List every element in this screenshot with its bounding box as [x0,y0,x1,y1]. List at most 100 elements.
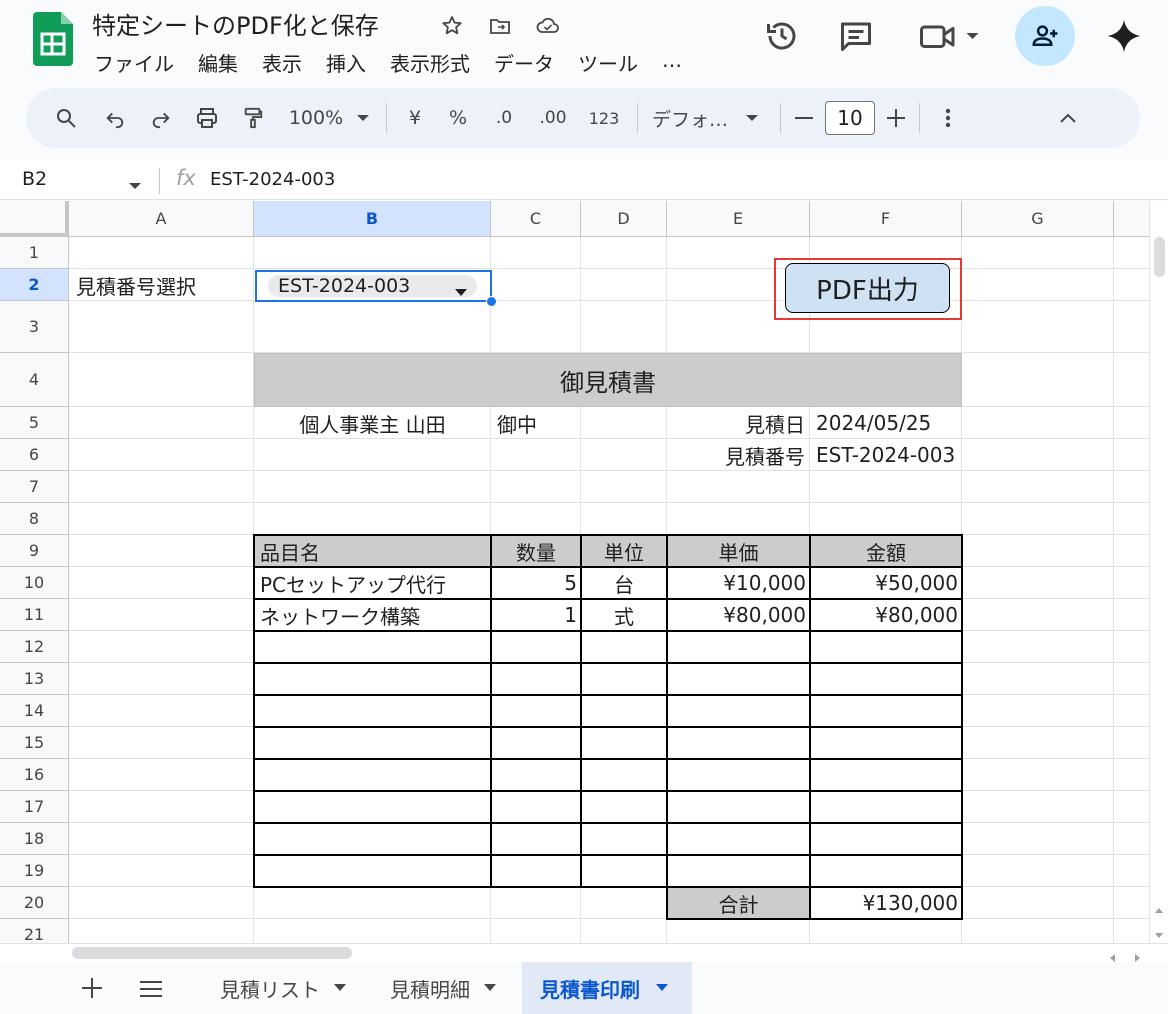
column-header-f[interactable]: F [810,201,962,237]
row-header[interactable]: 4 [0,353,69,407]
decrease-font-size-icon[interactable] [789,98,819,138]
document-title[interactable]: 特定シートのPDF化と保存 [92,6,379,41]
menu-more[interactable]: … [662,48,682,77]
tab-quote-print[interactable]: 見積書印刷 [522,962,692,1014]
column-header-b[interactable]: B [254,201,491,237]
fill-handle[interactable] [486,296,497,307]
row-header[interactable]: 10 [0,567,69,599]
search-menus-icon[interactable] [40,98,92,138]
client-name[interactable]: 個人事業主 山田 [254,407,491,439]
cloud-saved-icon[interactable] [532,10,564,42]
row-header[interactable]: 5 [0,407,69,439]
tab-chevron-down-icon[interactable] [656,984,668,992]
font-family-select[interactable]: デフォ… [646,98,732,138]
column-header-e[interactable]: E [667,201,810,237]
meet-icon[interactable] [918,6,982,66]
move-folder-icon[interactable] [484,10,516,42]
menu-format[interactable]: 表示形式 [390,48,470,77]
cell-a2[interactable]: 見積番号選択 [76,269,196,301]
row-header[interactable]: 13 [0,663,69,695]
row-header[interactable]: 19 [0,855,69,887]
row-header[interactable]: 11 [0,599,69,631]
redo-icon[interactable] [138,98,184,138]
row-header[interactable]: 15 [0,727,69,759]
vertical-scroll-thumb[interactable] [1154,237,1165,277]
all-sheets-menu-icon[interactable] [140,980,162,1002]
date-label[interactable]: 見積日 [667,407,805,439]
horizontal-scroll-thumb[interactable] [72,947,352,959]
undo-icon[interactable] [92,98,138,138]
scroll-up-arrow-icon[interactable] [1154,899,1164,918]
column-header-h[interactable] [1114,201,1149,237]
column-header-c[interactable]: C [491,201,581,237]
row-header[interactable]: 1 [0,237,69,269]
row-header[interactable]: 20 [0,887,69,919]
horizontal-scrollbar[interactable] [0,943,1168,962]
row-header[interactable]: 17 [0,791,69,823]
row-header[interactable]: 7 [0,471,69,503]
number-value[interactable]: EST-2024-003 [816,439,955,471]
currency-format-button[interactable]: ¥ [395,98,435,138]
star-icon[interactable] [436,10,468,42]
collapse-menus-chevron-up-icon[interactable] [1048,98,1088,138]
scroll-down-arrow-icon[interactable] [1154,925,1164,944]
font-size-input[interactable]: 10 [825,101,875,135]
date-value[interactable]: 2024/05/25 [816,407,931,439]
comments-icon[interactable] [838,6,874,66]
column-header-d[interactable]: D [581,201,667,237]
menu-edit[interactable]: 編集 [198,48,238,77]
tab-chevron-down-icon[interactable] [484,984,496,992]
font-chevron-down-icon[interactable] [732,98,772,138]
menu-tools[interactable]: ツール [578,48,638,77]
history-icon[interactable] [764,6,800,66]
spreadsheet-grid[interactable]: A B C D E F G 1 2 3 4 5 6 7 8 9 10 11 12… [0,201,1149,943]
menu-bar: ファイル 編集 表示 挿入 表示形式 データ ツール … [94,48,706,77]
menu-file[interactable]: ファイル [94,48,174,77]
formula-input[interactable]: EST-2024-003 [210,169,335,190]
zoom-chevron-down-icon[interactable] [348,98,378,138]
tab-label: 見積リスト [220,977,320,1002]
zoom-value[interactable]: 100% [284,98,348,138]
paint-format-icon[interactable] [230,98,276,138]
row-header[interactable]: 21 [0,919,69,943]
increase-decimal-button[interactable]: .00 [527,98,579,138]
number-label[interactable]: 見積番号 [667,439,805,471]
more-vertical-icon[interactable] [928,98,968,138]
menu-data[interactable]: データ [494,48,554,77]
percent-format-button[interactable]: % [435,98,481,138]
row-header[interactable]: 6 [0,439,69,471]
row-header[interactable]: 2 [0,269,69,301]
row-header[interactable]: 8 [0,503,69,535]
dropdown-value[interactable]: EST-2024-003 [278,270,410,302]
vertical-scrollbar[interactable] [1149,201,1168,943]
row-header[interactable]: 14 [0,695,69,727]
pdf-export-button[interactable]: PDF出力 [785,263,950,313]
row-header[interactable]: 3 [0,301,69,353]
print-icon[interactable] [184,98,230,138]
quote-heading[interactable]: 御見積書 [254,353,962,407]
add-sheet-icon[interactable] [82,978,102,1002]
name-box-chevron-down-icon[interactable] [128,176,142,195]
row-header[interactable]: 16 [0,759,69,791]
column-header-g[interactable]: G [962,201,1114,237]
tab-quote-list[interactable]: 見積リスト [204,962,364,1014]
decrease-decimal-button[interactable]: .0 [481,98,527,138]
select-all-corner[interactable] [0,201,69,237]
tab-quote-details[interactable]: 見積明細 [376,962,516,1014]
increase-font-size-icon[interactable] [881,98,911,138]
gridline [69,268,1149,269]
dropdown-chevron-down-icon[interactable] [454,282,468,301]
more-formats-button[interactable]: 123 [579,98,629,138]
tab-chevron-down-icon[interactable] [334,984,346,992]
row-header[interactable]: 9 [0,535,69,567]
gemini-sparkle-icon[interactable] [1104,6,1144,66]
row-header[interactable]: 12 [0,631,69,663]
sheets-logo-icon[interactable] [33,12,73,66]
row-header[interactable]: 18 [0,823,69,855]
name-box[interactable]: B2 [22,168,47,190]
menu-insert[interactable]: 挿入 [326,48,366,77]
client-suffix[interactable]: 御中 [497,407,537,439]
menu-view[interactable]: 表示 [262,48,302,77]
column-header-a[interactable]: A [69,201,254,237]
share-add-person-icon[interactable] [1015,6,1075,66]
